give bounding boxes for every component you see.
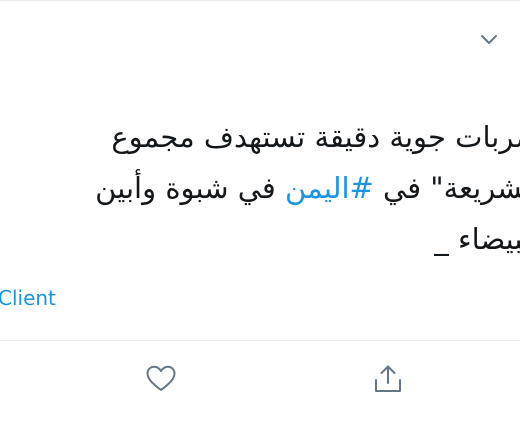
tweet-line-3: البيضاء _ [434, 222, 520, 256]
chevron-down-icon[interactable] [476, 26, 502, 52]
tweet-line-2-start: الشريعة" في [383, 171, 520, 205]
share-icon[interactable] [371, 362, 405, 396]
heart-icon[interactable] [144, 362, 178, 396]
tweet-line-2-end: في شبوة وأبين [95, 171, 286, 205]
tweet-line-2: الشريعة" في #اليمن في شبوة وأبين [0, 163, 520, 214]
hashtag-link[interactable]: #اليمن [285, 171, 374, 205]
source-link[interactable]: Client [0, 284, 56, 312]
actions-divider [0, 340, 520, 341]
tweet-text: ضربات جوية دقيقة تستهدف مجموع الشريعة" ف… [0, 112, 520, 265]
tweet-line-1: ضربات جوية دقيقة تستهدف مجموع [111, 120, 520, 154]
top-divider [0, 0, 520, 1]
